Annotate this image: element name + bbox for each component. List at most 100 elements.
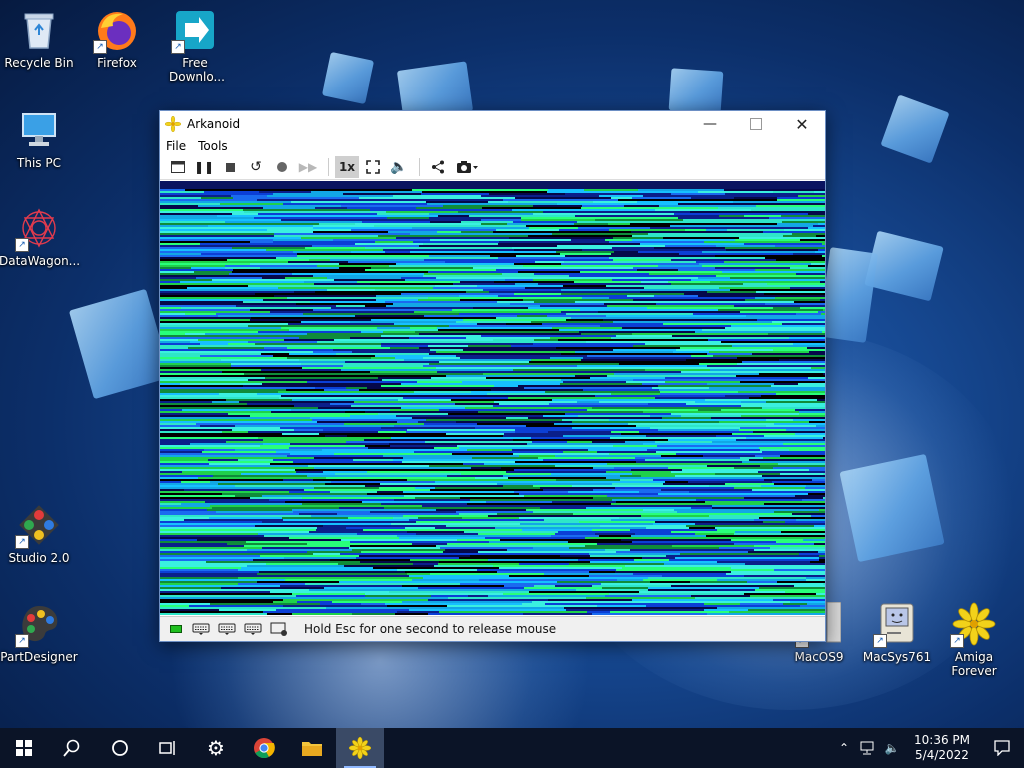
- scanline-segment: [617, 579, 643, 581]
- volume-tray-button[interactable]: 🔈: [880, 741, 904, 755]
- fullscreen-button[interactable]: [361, 156, 385, 178]
- scanline-segment: [752, 353, 825, 355]
- scanline-segment: [781, 215, 825, 217]
- scanline-segment: [359, 555, 470, 557]
- scanline-segment: [506, 323, 542, 325]
- scanline-segment: [612, 247, 654, 249]
- scanline-segment: [519, 455, 555, 457]
- keyboard-3-button[interactable]: [242, 621, 264, 637]
- file-explorer-button[interactable]: [288, 728, 336, 768]
- start-button[interactable]: [0, 728, 48, 768]
- pause-button[interactable]: ❚❚: [192, 156, 216, 178]
- scanline-segment: [643, 509, 674, 511]
- desktop-icon-this-pc[interactable]: This PC: [0, 108, 79, 170]
- scanline-segment: [189, 605, 283, 607]
- desktop-icon-free-download[interactable]: ↗ Free Downlo...: [155, 8, 235, 84]
- action-center-button[interactable]: [980, 728, 1024, 768]
- scanline-segment: [648, 233, 792, 235]
- desktop-icon-firefox[interactable]: ↗ Firefox: [77, 8, 157, 70]
- scanline-segment: [696, 261, 724, 263]
- scanline-segment: [730, 289, 825, 291]
- maximize-button[interactable]: [733, 111, 779, 137]
- speaker-icon: 🔈: [884, 741, 900, 755]
- desktop-icon-partdesigner[interactable]: ↗ PartDesigner: [0, 602, 79, 664]
- task-view-button[interactable]: [144, 728, 192, 768]
- scanline-segment: [823, 583, 825, 585]
- desktop-icon-macsys761[interactable]: ↗ MacSys761: [857, 602, 937, 664]
- scanline-segment: [609, 241, 704, 243]
- scanline-segment: [691, 595, 750, 597]
- scanline-segment: [486, 447, 640, 449]
- window-mode-button[interactable]: [166, 156, 190, 178]
- scanline-segment: [607, 495, 705, 497]
- fast-forward-button[interactable]: ▶▶: [296, 156, 320, 178]
- scanline-segment: [290, 437, 391, 439]
- scanline-segment: [789, 337, 825, 339]
- scanline-segment: [658, 493, 808, 495]
- menu-file[interactable]: File: [166, 139, 186, 153]
- scanline-segment: [467, 449, 512, 451]
- scanline-segment: [431, 595, 468, 597]
- desktop-icon-datawagon[interactable]: ↗ DataWagon...: [0, 206, 80, 268]
- scanline-segment: [313, 225, 374, 227]
- volume-button[interactable]: 🔈: [387, 156, 411, 178]
- scanline-segment: [737, 357, 825, 359]
- scanline-segment: [267, 195, 393, 197]
- scanline-segment: [160, 455, 287, 457]
- clock[interactable]: 10:36 PM 5/4/2022: [904, 733, 980, 763]
- scanline-segment: [302, 367, 394, 369]
- scanline-segment: [641, 515, 709, 517]
- scanline-segment: [320, 603, 361, 605]
- scanline-segment: [160, 345, 311, 347]
- scanline-segment: [418, 421, 456, 423]
- scanline-segment: [160, 335, 254, 337]
- record-button[interactable]: [270, 156, 294, 178]
- scanline-segment: [533, 343, 645, 345]
- scanline-segment: [368, 447, 434, 449]
- window-title: Arkanoid: [187, 117, 241, 131]
- screenshot-button[interactable]: [452, 156, 482, 178]
- menu-tools[interactable]: Tools: [198, 139, 228, 153]
- scanline-segment: [612, 483, 663, 485]
- scanline-segment: [600, 325, 731, 327]
- scanline-segment: [616, 569, 774, 571]
- display-icon: [270, 622, 287, 636]
- show-hidden-icons-button[interactable]: ⌃: [832, 741, 856, 755]
- scanline-segment: [293, 461, 402, 463]
- arkanoid-window[interactable]: Arkanoid — ✕ File Tools ❚❚ ↺ ▶▶ 1x 🔈 Hol…: [159, 110, 826, 642]
- scanline-segment: [301, 401, 354, 403]
- cortana-button[interactable]: [96, 728, 144, 768]
- desktop-icon-studio[interactable]: ↗ Studio 2.0: [0, 503, 79, 565]
- share-button[interactable]: [426, 156, 450, 178]
- emulator-screen[interactable]: [160, 181, 825, 615]
- speed-button[interactable]: 1x: [335, 156, 359, 178]
- scanline-segment: [805, 487, 825, 489]
- search-button[interactable]: [48, 728, 96, 768]
- scanline-segment: [160, 501, 205, 503]
- window-titlebar[interactable]: Arkanoid — ✕: [160, 111, 825, 137]
- scanline-segment: [533, 485, 572, 487]
- keyboard-1-button[interactable]: [190, 621, 212, 637]
- close-button[interactable]: ✕: [779, 111, 825, 137]
- reset-button[interactable]: ↺: [244, 156, 268, 178]
- scanline-segment: [212, 279, 334, 281]
- keyboard-2-button[interactable]: [216, 621, 238, 637]
- scanline-segment: [287, 297, 428, 299]
- scanline-segment: [198, 339, 284, 341]
- scanline-segment: [654, 247, 725, 249]
- scanline-segment: [659, 205, 756, 207]
- minimize-button[interactable]: —: [687, 111, 733, 137]
- settings-taskbar-button[interactable]: ⚙: [192, 728, 240, 768]
- scanline-segment: [285, 501, 362, 503]
- scanline-segment: [578, 559, 634, 561]
- display-settings-button[interactable]: [268, 621, 290, 637]
- stop-button[interactable]: [218, 156, 242, 178]
- amiga-forever-taskbar-button[interactable]: [336, 728, 384, 768]
- chrome-taskbar-button[interactable]: [240, 728, 288, 768]
- scanline-segment: [578, 415, 650, 417]
- desktop-icon-recycle-bin[interactable]: Recycle Bin: [0, 8, 79, 70]
- scanline-segment: [264, 535, 397, 537]
- desktop-icon-amiga-forever[interactable]: ↗ Amiga Forever: [934, 602, 1014, 678]
- network-button[interactable]: [856, 741, 880, 755]
- scanline-segment: [561, 263, 699, 265]
